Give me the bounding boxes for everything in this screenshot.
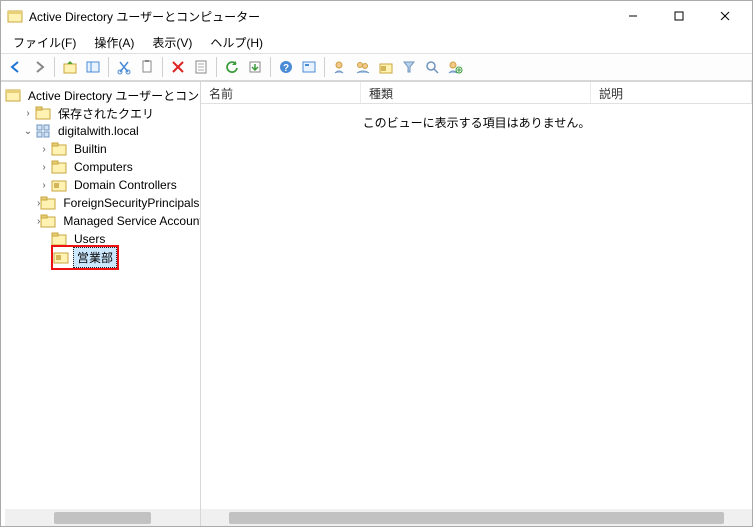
list-pane: 名前 種類 説明 このビューに表示する項目はありません。 — [201, 82, 752, 526]
toolbar: ? — [1, 53, 752, 81]
app-icon — [7, 8, 23, 24]
collapse-icon[interactable]: ⌄ — [21, 124, 35, 138]
delete-button[interactable] — [167, 56, 189, 78]
tree-fsp[interactable]: › ForeignSecurityPrincipals — [37, 194, 200, 212]
column-type[interactable]: 種類 — [361, 82, 591, 103]
toolbar-separator — [162, 57, 163, 77]
tree-domain[interactable]: ⌄ digitalwith.local — [21, 122, 200, 140]
expand-icon[interactable]: › — [37, 178, 51, 192]
tree-label: Managed Service Accounts — [60, 213, 200, 229]
menu-view[interactable]: 表示(V) — [144, 32, 200, 53]
up-button[interactable] — [59, 56, 81, 78]
new-group-button[interactable] — [352, 56, 374, 78]
find-button[interactable] — [298, 56, 320, 78]
toolbar-separator — [324, 57, 325, 77]
tree-root[interactable]: Active Directory ユーザーとコンピューター — [5, 86, 200, 104]
folder-icon — [40, 195, 56, 211]
domain-icon — [35, 123, 51, 139]
content-area: Active Directory ユーザーとコンピューター › 保存されたクエリ… — [1, 81, 752, 526]
tree-pane: Active Directory ユーザーとコンピューター › 保存されたクエリ… — [1, 82, 201, 526]
tree-label: Builtin — [71, 141, 110, 157]
show-hide-tree-button[interactable] — [82, 56, 104, 78]
empty-message: このビューに表示する項目はありません。 — [201, 104, 752, 131]
window-title: Active Directory ユーザーとコンピューター — [29, 8, 610, 25]
title-bar: Active Directory ユーザーとコンピューター — [1, 1, 752, 31]
aduc-icon — [5, 87, 21, 103]
close-button[interactable] — [702, 2, 748, 30]
folder-icon — [51, 159, 67, 175]
expand-spacer — [37, 232, 51, 246]
expand-icon[interactable]: › — [37, 142, 51, 156]
toolbar-separator — [54, 57, 55, 77]
column-name[interactable]: 名前 — [201, 82, 361, 103]
expand-icon[interactable]: › — [21, 106, 35, 120]
expand-spacer — [37, 250, 51, 264]
new-ou-button[interactable] — [375, 56, 397, 78]
expand-icon[interactable]: › — [37, 160, 51, 174]
cut-button[interactable] — [113, 56, 135, 78]
tree-root-label: Active Directory ユーザーとコンピューター — [25, 86, 200, 105]
refresh-button[interactable] — [221, 56, 243, 78]
help-button[interactable]: ? — [275, 56, 297, 78]
tree-msa[interactable]: › Managed Service Accounts — [37, 212, 200, 230]
tree-label: Domain Controllers — [71, 177, 180, 193]
tree-saved-queries[interactable]: › 保存されたクエリ — [21, 104, 200, 122]
svg-text:?: ? — [283, 63, 289, 74]
tree-label: Computers — [71, 159, 136, 175]
tree-computers[interactable]: › Computers — [37, 158, 200, 176]
tree-label-selected: 営業部 — [73, 247, 117, 268]
export-button[interactable] — [244, 56, 266, 78]
forward-button[interactable] — [28, 56, 50, 78]
ou-icon — [51, 177, 67, 193]
maximize-button[interactable] — [656, 2, 702, 30]
tree-eigyobu[interactable]: 営業部 — [37, 248, 200, 266]
column-description[interactable]: 説明 — [591, 82, 752, 103]
search-button[interactable] — [421, 56, 443, 78]
tree-scrollbar[interactable] — [5, 509, 200, 526]
menu-bar: ファイル(F) 操作(A) 表示(V) ヘルプ(H) — [1, 31, 752, 53]
menu-help[interactable]: ヘルプ(H) — [202, 32, 271, 53]
add-to-group-button[interactable] — [444, 56, 466, 78]
tree-builtin[interactable]: › Builtin — [37, 140, 200, 158]
filter-button[interactable] — [398, 56, 420, 78]
menu-action[interactable]: 操作(A) — [86, 32, 142, 53]
tree-domain-controllers[interactable]: › Domain Controllers — [37, 176, 200, 194]
tree-label: digitalwith.local — [55, 123, 142, 139]
list-header: 名前 種類 説明 — [201, 82, 752, 104]
copy-button[interactable] — [136, 56, 158, 78]
toolbar-separator — [270, 57, 271, 77]
list-body: このビューに表示する項目はありません。 — [201, 104, 752, 509]
ou-icon — [53, 249, 69, 265]
minimize-button[interactable] — [610, 2, 656, 30]
tree-label: 保存されたクエリ — [55, 104, 157, 123]
folder-icon — [35, 105, 51, 121]
properties-button[interactable] — [190, 56, 212, 78]
folder-icon — [40, 213, 56, 229]
folder-icon — [51, 141, 67, 157]
list-scrollbar[interactable] — [201, 509, 752, 526]
back-button[interactable] — [5, 56, 27, 78]
tree-label: ForeignSecurityPrincipals — [60, 195, 200, 211]
toolbar-separator — [108, 57, 109, 77]
menu-file[interactable]: ファイル(F) — [5, 32, 84, 53]
toolbar-separator — [216, 57, 217, 77]
new-user-button[interactable] — [329, 56, 351, 78]
highlight-box: 営業部 — [51, 245, 119, 270]
